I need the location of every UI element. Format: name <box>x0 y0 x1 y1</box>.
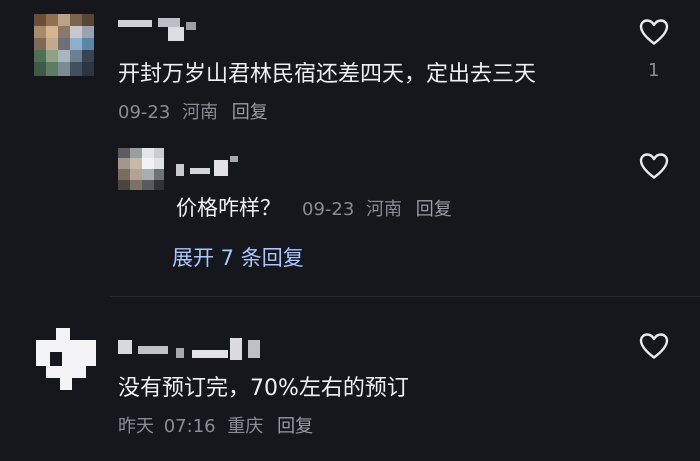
reply-location: 河南 <box>366 199 403 220</box>
comment-time: 07:16 <box>163 416 216 437</box>
comment-date: 09-23 <box>118 102 171 123</box>
like-button[interactable] <box>637 18 671 46</box>
heart-outline-icon <box>639 153 669 179</box>
comment-date: 昨天 <box>118 416 154 437</box>
reply-date: 09-23 <box>302 199 355 220</box>
username-redacted[interactable] <box>118 338 262 364</box>
reply-meta: 09-23 河南 回复 <box>302 195 452 221</box>
comment-meta: 昨天 07:16 重庆 回复 <box>118 412 313 438</box>
comment-text: 开封万岁山君林民宿还差四天，定出去三天 <box>118 62 537 87</box>
comment-text: 没有预订完，70%左右的预订 <box>118 376 409 401</box>
reply-username-redacted[interactable] <box>176 154 246 180</box>
comment-meta: 09-23 河南 回复 <box>118 98 268 124</box>
reply-button[interactable]: 回复 <box>277 416 313 437</box>
reply-button[interactable]: 回复 <box>232 102 268 123</box>
like-count: 1 <box>648 60 660 81</box>
divider <box>110 296 700 297</box>
comment-location: 重庆 <box>227 416 264 437</box>
reply-reply-button[interactable]: 回复 <box>416 199 452 220</box>
like-button[interactable] <box>637 332 671 360</box>
heart-outline-icon <box>639 19 669 45</box>
comment-location: 河南 <box>182 102 219 123</box>
avatar[interactable] <box>36 328 96 390</box>
heart-outline-icon <box>639 333 669 359</box>
expand-replies-link[interactable]: 展开 7 条回复 <box>172 242 304 272</box>
reply-avatar[interactable] <box>118 148 164 190</box>
avatar[interactable] <box>34 14 94 76</box>
reply-like-button[interactable] <box>637 152 671 180</box>
username-redacted[interactable] <box>118 18 196 44</box>
reply-text: 价格咋样？ <box>176 196 281 220</box>
